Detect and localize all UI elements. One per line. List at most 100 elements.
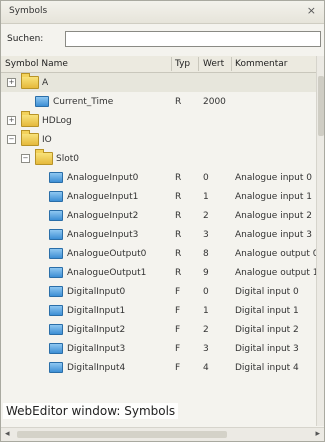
symbol-value: 3 — [203, 230, 209, 240]
symbol-value: 0 — [203, 173, 209, 183]
variable-icon — [49, 343, 63, 354]
tree-folder-row[interactable]: + A — [1, 73, 316, 92]
symbol-type: R — [175, 211, 182, 221]
symbol-comment: Digital input 0 — [235, 287, 299, 297]
symbol-name: AnalogueInput1 — [67, 192, 139, 202]
variable-icon — [35, 96, 49, 107]
column-divider[interactable] — [198, 57, 199, 71]
symbol-name: AnalogueInput0 — [67, 173, 139, 183]
symbol-name: DigitalInput3 — [67, 344, 126, 354]
caption: WebEditor window: Symbols — [3, 403, 179, 419]
symbol-name: AnalogueOutput1 — [67, 268, 147, 278]
symbol-value: 2000 — [203, 97, 226, 107]
symbol-value: 0 — [203, 287, 209, 297]
column-header: Symbol Name Typ Wert Kommentar — [1, 56, 316, 73]
variable-icon — [49, 324, 63, 335]
symbols-window: Symbols × Suchen: Symbol Name Typ Wert K… — [0, 0, 325, 442]
variable-icon — [49, 191, 63, 202]
folder-icon — [35, 149, 53, 165]
scroll-right-icon[interactable]: ▸ — [315, 429, 320, 439]
variable-icon — [49, 229, 63, 240]
symbol-type: F — [175, 363, 181, 373]
window-title: Symbols — [9, 6, 48, 16]
tree-symbol-row[interactable]: DigitalInput4 F 4 Digital input 4 — [1, 358, 316, 377]
symbol-name: DigitalInput2 — [67, 325, 126, 335]
scrollbar-thumb[interactable] — [17, 431, 227, 438]
symbol-comment: Digital input 2 — [235, 325, 299, 335]
tree-symbol-row[interactable]: DigitalInput2 F 2 Digital input 2 — [1, 320, 316, 339]
folder-icon — [21, 73, 39, 89]
variable-icon — [49, 248, 63, 259]
symbol-comment: Digital input 1 — [235, 306, 299, 316]
symbol-name: Current_Time — [53, 97, 114, 107]
symbol-name: AnalogueInput2 — [67, 211, 139, 221]
tree-folder-row[interactable]: − IO — [1, 130, 316, 149]
tree-symbol-row[interactable]: DigitalInput3 F 3 Digital input 3 — [1, 339, 316, 358]
expand-icon[interactable]: + — [7, 116, 16, 125]
tree-symbol-row[interactable]: AnalogueOutput1 R 9 Analogue output 1 — [1, 263, 316, 282]
symbol-type: F — [175, 325, 181, 335]
tree-symbol-row[interactable]: Current_Time R 2000 — [1, 92, 316, 111]
symbol-type: F — [175, 306, 181, 316]
variable-icon — [49, 286, 63, 297]
symbol-type: R — [175, 173, 182, 183]
close-icon[interactable]: × — [307, 4, 316, 17]
symbol-type: R — [175, 230, 182, 240]
variable-icon — [49, 362, 63, 373]
symbol-value: 9 — [203, 268, 209, 278]
column-header-type[interactable]: Typ — [175, 59, 190, 69]
tree-folder-row[interactable]: − Slot0 — [1, 149, 316, 168]
variable-icon — [49, 210, 63, 221]
symbol-comment: Digital input 3 — [235, 344, 299, 354]
tree-symbol-row[interactable]: DigitalInput1 F 1 Digital input 1 — [1, 301, 316, 320]
symbol-comment: Analogue output 0 — [235, 249, 316, 259]
tree-label: IO — [42, 135, 52, 145]
scroll-left-icon[interactable]: ◂ — [5, 429, 10, 439]
search-bar: Suchen: — [1, 27, 324, 51]
symbol-value: 1 — [203, 306, 209, 316]
variable-icon — [49, 267, 63, 278]
tree-label: Slot0 — [56, 154, 79, 164]
symbol-name: DigitalInput1 — [67, 306, 126, 316]
folder-icon — [21, 111, 39, 127]
symbol-comment: Analogue input 2 — [235, 211, 312, 221]
symbol-value: 8 — [203, 249, 209, 259]
symbol-type: R — [175, 97, 182, 107]
symbol-name: AnalogueOutput0 — [67, 249, 147, 259]
collapse-icon[interactable]: − — [7, 135, 16, 144]
tree-symbol-row[interactable]: AnalogueOutput0 R 8 Analogue output 0 — [1, 244, 316, 263]
tree-label: HDLog — [42, 116, 72, 126]
tree-symbol-row[interactable]: AnalogueInput0 R 0 Analogue input 0 — [1, 168, 316, 187]
column-header-name[interactable]: Symbol Name — [5, 59, 68, 69]
column-divider[interactable] — [231, 57, 232, 71]
symbol-value: 4 — [203, 363, 209, 373]
symbol-name: DigitalInput4 — [67, 363, 126, 373]
tree-symbol-row[interactable]: AnalogueInput2 R 2 Analogue input 2 — [1, 206, 316, 225]
symbol-value: 2 — [203, 325, 209, 335]
symbol-comment: Analogue input 0 — [235, 173, 312, 183]
column-header-comment[interactable]: Kommentar — [235, 59, 287, 69]
tree-label: A — [42, 78, 49, 88]
horizontal-scrollbar[interactable]: ◂ ▸ — [1, 427, 324, 441]
expand-icon[interactable]: + — [7, 78, 16, 87]
vertical-scrollbar[interactable] — [316, 56, 324, 426]
symbol-comment: Analogue output 1 — [235, 268, 316, 278]
tree-symbol-row[interactable]: AnalogueInput1 R 1 Analogue input 1 — [1, 187, 316, 206]
symbol-type: F — [175, 344, 181, 354]
collapse-icon[interactable]: − — [21, 154, 30, 163]
scrollbar-thumb[interactable] — [318, 76, 324, 136]
column-divider[interactable] — [171, 57, 172, 71]
symbol-tree: + A Current_Time R 2000 + HDLog − IO − Slot0 Analog… — [1, 73, 316, 441]
tree-folder-row[interactable]: + HDLog — [1, 111, 316, 130]
tree-symbol-row[interactable]: AnalogueInput3 R 3 Analogue input 3 — [1, 225, 316, 244]
tree-symbol-row[interactable]: DigitalInput0 F 0 Digital input 0 — [1, 282, 316, 301]
symbol-value: 1 — [203, 192, 209, 202]
column-header-value[interactable]: Wert — [203, 59, 224, 69]
folder-icon — [21, 130, 39, 146]
search-label: Suchen: — [7, 34, 44, 44]
symbol-type: F — [175, 287, 181, 297]
symbol-type: R — [175, 192, 182, 202]
search-input[interactable] — [65, 31, 321, 47]
symbol-type: R — [175, 268, 182, 278]
symbol-name: AnalogueInput3 — [67, 230, 139, 240]
